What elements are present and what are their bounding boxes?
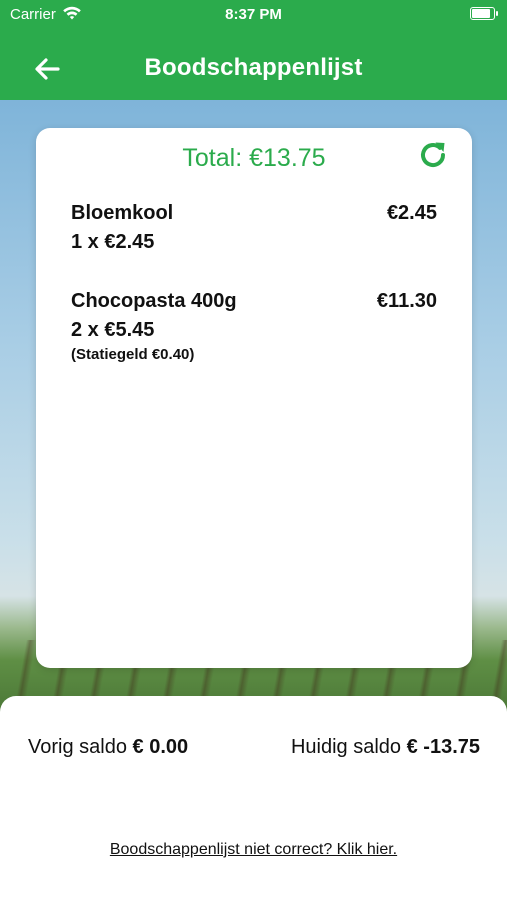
item-name: Bloemkool [71, 202, 174, 224]
previous-balance-value: € 0.00 [132, 736, 189, 758]
current-balance-label: Huidig saldo [290, 736, 402, 758]
previous-balance-label: Vorig saldo [28, 736, 127, 758]
status-bar: Carrier 8:37 PM [0, 0, 507, 30]
status-time: 8:37 PM [225, 6, 282, 23]
shopping-list-card: Total: €13.75 Bloemkool €2.45 1 x €2.45 … [36, 128, 472, 668]
total-label: Total: €13.75 [182, 144, 326, 172]
report-incorrect-link[interactable]: Boodschappenlijst niet correct? Klik hie… [0, 841, 507, 859]
previous-balance: Vorig saldo € 0.00 [28, 736, 188, 759]
refresh-icon[interactable] [416, 138, 450, 172]
header: Carrier 8:37 PM Boodschappenlijst [0, 0, 507, 100]
item-quantity: 2 x €5.45 [71, 319, 155, 341]
item-quantity: 1 x €2.45 [71, 231, 155, 253]
navigation-bar: Boodschappenlijst [0, 40, 507, 100]
balance-sheet: Vorig saldo € 0.00 Huidig saldo € -13.75… [0, 696, 507, 900]
current-balance-value: € -13.75 [406, 736, 480, 758]
list-item: Chocopasta 400g €11.30 2 x €5.45 (Statie… [71, 290, 437, 363]
item-price: €2.45 [386, 202, 437, 224]
item-deposit: (Statiegeld €0.40) [71, 346, 195, 363]
current-balance: Huidig saldo € -13.75 [291, 736, 480, 759]
list-item: Bloemkool €2.45 1 x €2.45 [71, 202, 437, 254]
battery-icon [470, 7, 498, 20]
page-title: Boodschappenlijst [144, 54, 363, 81]
item-price: €11.30 [376, 290, 437, 312]
